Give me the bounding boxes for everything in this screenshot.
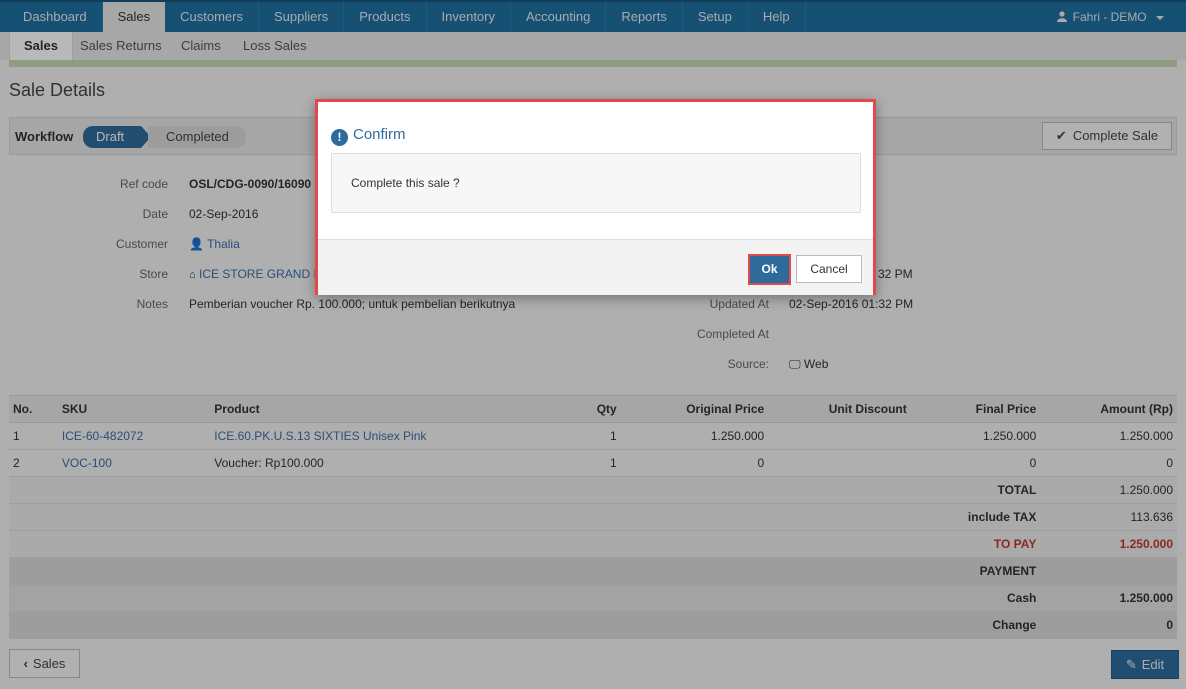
dialog-message: Complete this sale ?: [351, 176, 460, 190]
exclamation-icon: !: [331, 129, 348, 146]
dialog-header: ! Confirm: [331, 126, 406, 146]
dialog-title: Confirm: [353, 126, 406, 143]
dialog-footer: Ok Cancel: [318, 239, 873, 295]
cancel-button[interactable]: Cancel: [796, 255, 862, 283]
dialog-body: Complete this sale ?: [331, 153, 861, 213]
ok-button[interactable]: Ok: [748, 254, 791, 285]
confirm-dialog: ! Confirm Complete this sale ? Ok Cancel: [315, 99, 876, 295]
